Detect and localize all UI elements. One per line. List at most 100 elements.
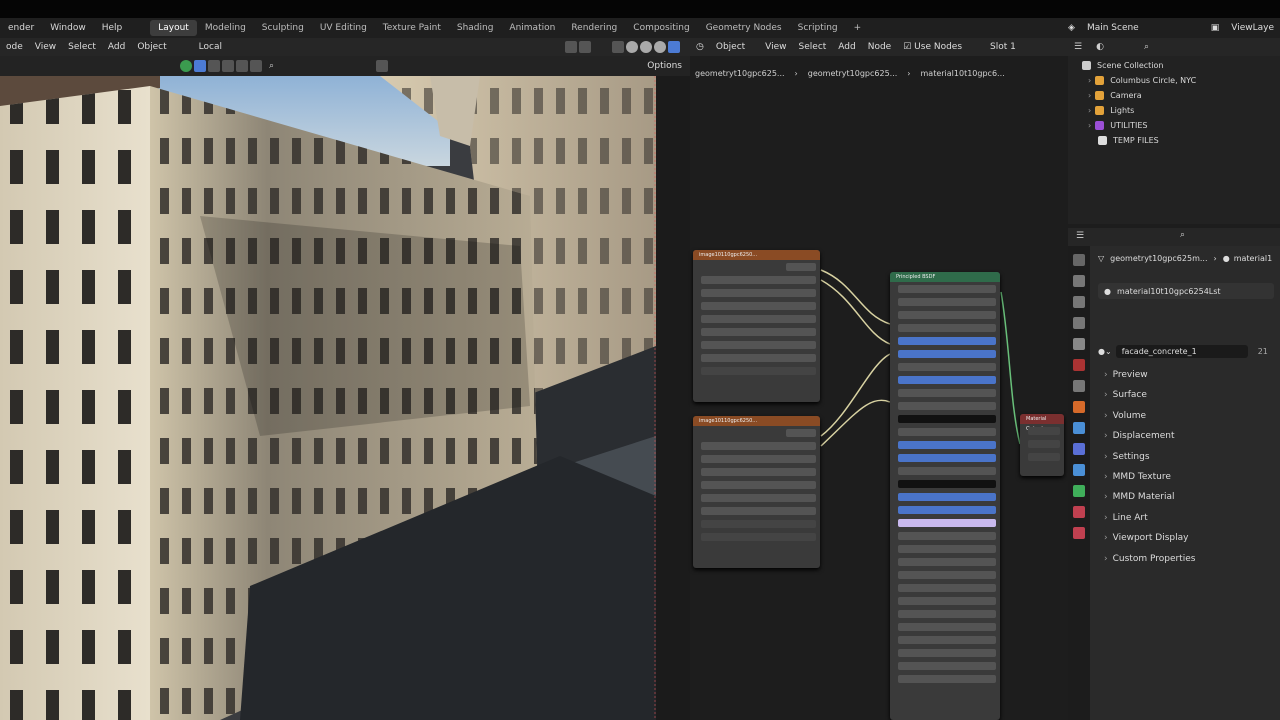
wireframe-shading-icon[interactable] — [626, 41, 638, 53]
breadcrumb-object[interactable]: geometryt10gpc625... — [690, 69, 790, 78]
collection-tab-icon[interactable] — [1073, 380, 1085, 392]
display-mode-icon[interactable]: ◐ — [1096, 42, 1104, 52]
outliner-item-camera[interactable]: › Camera — [1088, 88, 1142, 103]
texture-tab-icon[interactable] — [1073, 527, 1085, 539]
object-type-dropdown[interactable]: Object — [710, 42, 751, 52]
material-shading-icon[interactable] — [654, 41, 666, 53]
principled-bsdf-node[interactable]: Principled BSDF — [890, 272, 1000, 720]
scene-name[interactable]: Main Scene — [1081, 23, 1145, 33]
select-box-icon[interactable] — [194, 60, 206, 72]
tab-geometry-nodes[interactable]: Geometry Nodes — [698, 20, 790, 36]
menu-item-window[interactable]: Window — [42, 23, 94, 33]
panel-displacement[interactable]: › Displacement — [1104, 431, 1174, 441]
vector-socket[interactable] — [701, 366, 816, 375]
rendered-shading-icon[interactable] — [668, 41, 680, 53]
use-nodes-checkbox[interactable]: ☑ Use Nodes — [897, 42, 968, 52]
distribution-dropdown[interactable] — [898, 284, 996, 293]
expand-icon[interactable]: › — [1088, 121, 1091, 130]
tab-sculpting[interactable]: Sculpting — [254, 20, 312, 36]
tool-icon-4[interactable] — [250, 60, 262, 72]
menu-item-help[interactable]: Help — [94, 23, 131, 33]
data-tab-icon[interactable] — [1073, 485, 1085, 497]
material-browse-icon[interactable]: ●⌄ — [1098, 347, 1112, 356]
tool-tab-icon[interactable] — [1073, 254, 1085, 266]
world-tab-icon[interactable] — [1073, 359, 1085, 371]
mode-menu[interactable]: ode — [0, 42, 29, 52]
tab-rendering[interactable]: Rendering — [563, 20, 625, 36]
view-layer-icon[interactable]: ▣ — [1205, 23, 1226, 33]
output-tab-icon[interactable] — [1073, 296, 1085, 308]
solid-shading-icon[interactable] — [640, 41, 652, 53]
panel-mmd-material[interactable]: › MMD Material — [1104, 492, 1175, 502]
expand-icon[interactable]: › — [1088, 76, 1091, 85]
area-divider[interactable] — [656, 76, 690, 720]
material-slot-list-item[interactable]: ● material10t10gpc6254Lst — [1098, 283, 1274, 299]
transform-orientation-dropdown[interactable]: Local — [193, 42, 228, 52]
tool-icon-3[interactable] — [236, 60, 248, 72]
panel-mmd-texture[interactable]: › MMD Texture — [1104, 472, 1171, 482]
interpolation-dropdown[interactable] — [701, 288, 816, 297]
material-name-field[interactable]: facade_concrete_1 — [1115, 344, 1248, 358]
particles-tab-icon[interactable] — [1073, 443, 1085, 455]
select-menu[interactable]: Select — [62, 42, 102, 52]
select-menu-nodes[interactable]: Select — [793, 42, 833, 52]
breadcrumb-material[interactable]: material10t10gpc6... — [916, 69, 1010, 78]
tool-icon-2[interactable] — [222, 60, 234, 72]
object-tab-icon[interactable] — [1073, 401, 1085, 413]
physics-tab-icon[interactable] — [1073, 464, 1085, 476]
object-menu[interactable]: Object — [131, 42, 172, 52]
tab-shading[interactable]: Shading — [449, 20, 502, 36]
view-layer-name[interactable]: ViewLaye — [1225, 23, 1280, 33]
alpha-dropdown[interactable] — [701, 353, 816, 362]
outliner-item-utilities[interactable]: › UTILITIES — [1088, 118, 1148, 133]
scene-icon[interactable]: ◈ — [1062, 23, 1081, 33]
view-menu-nodes[interactable]: View — [759, 42, 792, 52]
color-space-dropdown[interactable] — [701, 506, 816, 515]
panel-surface[interactable]: › Surface — [1104, 390, 1147, 400]
filter-icon[interactable] — [376, 60, 389, 72]
search-icon[interactable]: ⌕ — [269, 61, 274, 71]
color-icon[interactable] — [180, 60, 192, 72]
node-menu[interactable]: Node — [862, 42, 898, 52]
alpha-dropdown[interactable] — [701, 519, 816, 528]
expand-icon[interactable]: › — [1088, 106, 1091, 115]
source-dropdown[interactable] — [701, 327, 816, 336]
editor-type-icon[interactable]: ☰ — [1074, 42, 1082, 52]
search-icon[interactable]: ⌕ — [1180, 230, 1185, 240]
outliner-item-temp-files[interactable]: TEMP FILES — [1098, 133, 1159, 148]
outliner-item-columbus[interactable]: › Columbus Circle, NYC — [1088, 73, 1196, 88]
extension-dropdown[interactable] — [701, 314, 816, 323]
color-space-dropdown[interactable] — [701, 340, 816, 349]
interpolation-dropdown[interactable] — [701, 454, 816, 463]
panel-viewport-display[interactable]: › Viewport Display — [1104, 533, 1188, 543]
node-editor-canvas[interactable]: image10110gpc6250... image10110gpc6250..… — [690, 84, 1068, 720]
xray-icon[interactable] — [612, 41, 624, 53]
panel-line-art[interactable]: › Line Art — [1104, 513, 1148, 523]
tab-compositing[interactable]: Compositing — [625, 20, 697, 36]
add-menu-nodes[interactable]: Add — [832, 42, 861, 52]
tab-uv-editing[interactable]: UV Editing — [312, 20, 375, 36]
expand-icon[interactable]: › — [1088, 91, 1091, 100]
search-icon[interactable]: ⌕ — [1144, 42, 1149, 52]
view-menu[interactable]: View — [29, 42, 62, 52]
breadcrumb-mesh[interactable]: geometryt10gpc625... — [803, 69, 903, 78]
projection-dropdown[interactable] — [701, 301, 816, 310]
render-tab-icon[interactable] — [1073, 275, 1085, 287]
image-texture-node-2[interactable]: image10110gpc6250... — [693, 416, 820, 568]
scene-collection-row[interactable]: Scene Collection — [1082, 58, 1164, 73]
slot-dropdown[interactable]: Slot 1 — [984, 42, 1022, 52]
panel-settings[interactable]: › Settings — [1104, 452, 1150, 462]
menu-item-render[interactable]: ender — [0, 23, 42, 33]
tab-animation[interactable]: Animation — [501, 20, 563, 36]
panel-custom-properties[interactable]: › Custom Properties — [1104, 554, 1195, 564]
overlay-icon[interactable] — [579, 41, 591, 53]
panel-volume[interactable]: › Volume — [1104, 411, 1146, 421]
editor-type-icon[interactable]: ◷ — [690, 42, 710, 52]
scene-tab-icon[interactable] — [1073, 338, 1085, 350]
add-menu[interactable]: Add — [102, 42, 131, 52]
vector-socket[interactable] — [701, 532, 816, 541]
outliner-item-lights[interactable]: › Lights — [1088, 103, 1134, 118]
material-output-node[interactable]: Material Output — [1020, 414, 1064, 476]
projection-dropdown[interactable] — [701, 467, 816, 476]
add-workspace-button[interactable]: + — [846, 20, 870, 36]
